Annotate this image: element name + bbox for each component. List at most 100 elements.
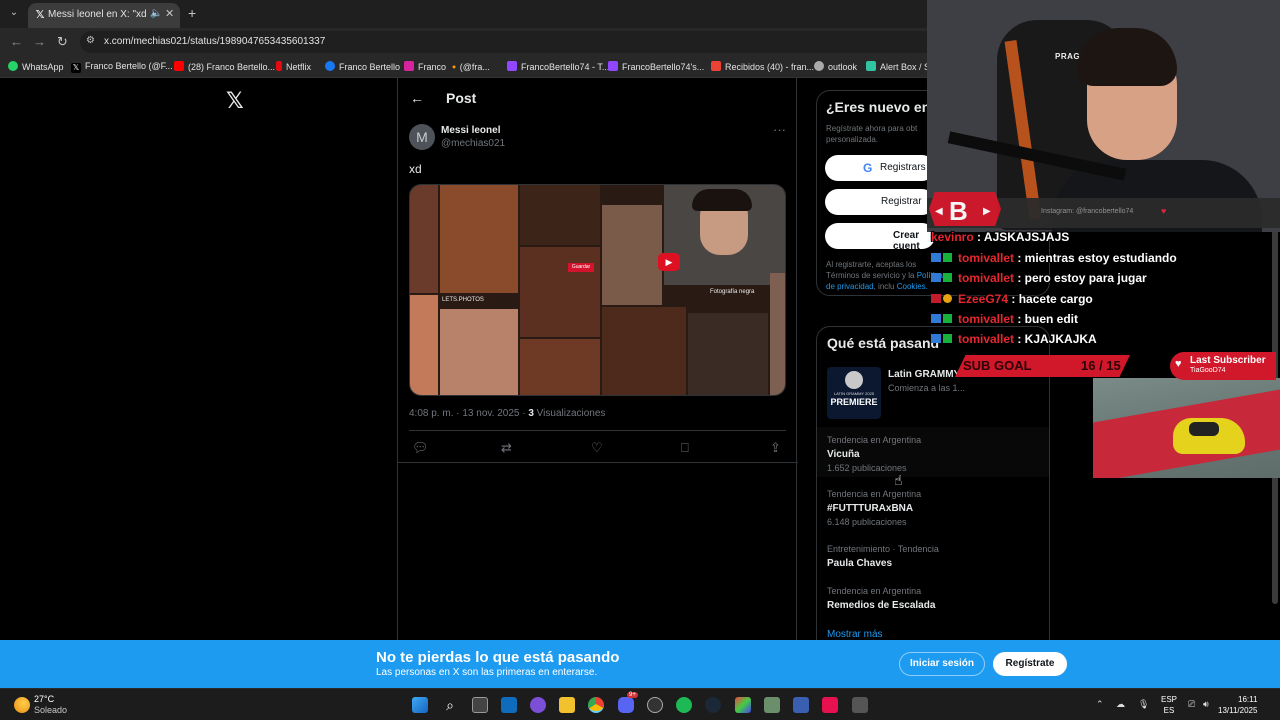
post-media-video[interactable]: Guardar LETS.PHOTOS Fotografía negra ▶ (409, 184, 786, 396)
author-name[interactable]: Messi leonel (441, 125, 500, 136)
photo-tag: LETS.PHOTOS (442, 297, 484, 303)
file-explorer-icon[interactable] (559, 697, 575, 713)
close-tab-icon[interactable]: ✕ (165, 7, 174, 20)
badge-icon (931, 253, 941, 262)
bookmark-instagram[interactable]: Franco 🔸(@fra... (404, 61, 490, 73)
signup-button[interactable]: Regístrate (993, 652, 1067, 676)
back-arrow-icon[interactable]: ← (410, 90, 424, 106)
start-windows-icon[interactable] (412, 697, 428, 713)
site-info-icon[interactable]: ⚙ (86, 35, 95, 46)
grammy-thumbnail[interactable]: LATIN GRAMMY 2025 PREMIERE (827, 367, 881, 419)
media-tile (440, 309, 518, 395)
bookmark-gmail[interactable]: Recibidos (40) - fran... (711, 61, 814, 72)
chat-message: tomivallet : mientras estoy estudiando (931, 251, 1177, 265)
bookmark-twitch-2[interactable]: FrancoBertello74's... (608, 61, 704, 72)
new-tab-icon[interactable]: + (188, 5, 196, 21)
bookmark-facebook[interactable]: Franco Bertello (325, 61, 400, 72)
discord-icon[interactable]: 9+ (618, 692, 638, 713)
grammy-logo-icon (845, 371, 863, 389)
banner-title: No te pierdas lo que está pasando (376, 649, 620, 666)
obs-icon[interactable] (647, 697, 663, 713)
trend-item[interactable]: Entretenimiento · Tendencia Paula Chaves (817, 539, 1049, 577)
trend-item[interactable]: Tendencia en Argentina Vicuña 1.652 publ… (817, 427, 1049, 477)
clock[interactable]: 16:11 13/11/2025 (1218, 694, 1257, 716)
bookmark-twitch-1[interactable]: FrancoBertello74 - T... (507, 61, 609, 72)
sub-goal-label: SUB GOAL (963, 358, 1032, 373)
twitch-icon (608, 61, 618, 71)
login-button[interactable]: Iniciar sesión (899, 652, 985, 676)
language-indicator[interactable]: ESP ES (1161, 694, 1177, 716)
tab-title: Messi leonel en X: "xd http (48, 9, 148, 20)
volume-icon[interactable]: 🔊︎ (1203, 699, 1209, 710)
last-subscriber-panel: ♥ Last Subscriber TiaGooD74 (1170, 352, 1276, 380)
page-title: Post (446, 90, 477, 106)
x-logo-icon[interactable]: 𝕏 (226, 88, 244, 114)
trend-item[interactable]: Tendencia en Argentina #FUTTTURAxBNA 6.1… (817, 483, 1049, 533)
chat-message: kevinro : AJSKAJSJAJS (931, 230, 1070, 244)
trend-item[interactable]: Tendencia en Argentina Remedios de Escal… (817, 581, 1049, 619)
url-text[interactable]: x.com/mechias021/status/1989047653435601… (104, 36, 325, 47)
weather-sun-icon[interactable] (14, 697, 30, 713)
avatar[interactable]: M (409, 124, 435, 150)
bookmark-netflix[interactable]: Netflix (276, 61, 311, 72)
browser-tab[interactable]: 𝕏 Messi leonel en X: "xd http 🔈 ✕ (28, 3, 180, 28)
badge-icon (931, 334, 941, 343)
address-bar[interactable]: ⚙ x.com/mechias021/status/19890476534356… (80, 31, 940, 53)
show-more-link[interactable]: Mostrar más (827, 629, 883, 640)
divider (398, 462, 798, 463)
tab-search-icon[interactable]: ⌄ (6, 5, 22, 21)
task-view-icon[interactable] (472, 697, 488, 713)
bookmark-youtube[interactable]: (28) Franco Bertello... (174, 61, 275, 72)
search-icon[interactable]: ⌕ (442, 697, 458, 713)
like-icon[interactable]: ♡ (591, 440, 603, 456)
bookmark-x[interactable]: 𝕏 Franco Bertello (@F... (71, 61, 173, 73)
audio-icon[interactable]: 🔈 (150, 8, 162, 19)
signup-desc: Regístrate ahora para obt personalizada. (826, 124, 918, 144)
steam-icon[interactable] (705, 697, 721, 713)
app-icon[interactable] (735, 697, 751, 713)
mic-icon[interactable]: 🎙︎ (1138, 699, 1149, 710)
chat-message: tomivallet : KJAJKAJKA (931, 332, 1097, 346)
badge-icon (931, 294, 941, 303)
repost-icon[interactable]: ⇄ (501, 440, 512, 456)
chat-message: EzeeG74 : hacete cargo (931, 292, 1093, 306)
more-options-icon[interactable]: ··· (773, 122, 786, 137)
channel-logo-letter: B (949, 196, 968, 226)
app-icon[interactable] (764, 697, 780, 713)
play-icon[interactable]: ▶ (658, 253, 680, 271)
monitor-icon[interactable]: ⎚ (1188, 699, 1195, 710)
spotify-icon[interactable] (676, 697, 692, 713)
media-tile (692, 189, 752, 211)
chrome-icon[interactable] (588, 697, 604, 713)
store-icon[interactable] (501, 697, 517, 713)
sub-goal-bar: SUB GOAL 16 / 15 (955, 355, 1130, 377)
author-handle[interactable]: @mechias021 (441, 138, 505, 149)
app-icon[interactable] (793, 697, 809, 713)
tiktok-icon[interactable] (822, 697, 838, 713)
gmail-icon (711, 61, 721, 71)
weather-temp[interactable]: 27°C (34, 694, 54, 704)
back-icon[interactable]: ← (10, 34, 23, 49)
bookmark-whatsapp[interactable]: WhatsApp (8, 61, 64, 72)
cloud-icon[interactable]: ☁ (1116, 699, 1125, 710)
cookies-link[interactable]: Cookies. (897, 282, 928, 291)
apple-signup-button[interactable]: Registrar (825, 189, 935, 215)
bookmark-icon[interactable]: ⎕ (681, 440, 689, 456)
app-icon[interactable] (530, 697, 546, 713)
create-account-button[interactable]: Crear cuent (825, 223, 935, 252)
calculator-icon[interactable] (852, 697, 868, 713)
google-signup-button[interactable]: G Registrars (825, 155, 935, 181)
bookmark-alertbox[interactable]: Alert Box / St (866, 61, 933, 72)
tray-chevron-icon[interactable]: ⌃ (1096, 699, 1104, 710)
media-tile (410, 185, 438, 293)
forward-icon[interactable]: → (33, 34, 46, 49)
share-icon[interactable]: ⇪ (770, 440, 781, 456)
instagram-handle: Instagram: @francobertello74 (1041, 208, 1134, 215)
sub-badge-icon (943, 334, 952, 343)
bookmark-outlook[interactable]: outlook (814, 61, 857, 72)
reply-icon[interactable]: 💬︎ (412, 440, 429, 456)
reload-icon[interactable]: ↻ (57, 34, 68, 50)
event-sub: Comienza a las 1... (888, 383, 966, 393)
weather-desc[interactable]: Soleado (34, 705, 67, 715)
event-name[interactable]: Latin GRAMMY (888, 369, 960, 380)
